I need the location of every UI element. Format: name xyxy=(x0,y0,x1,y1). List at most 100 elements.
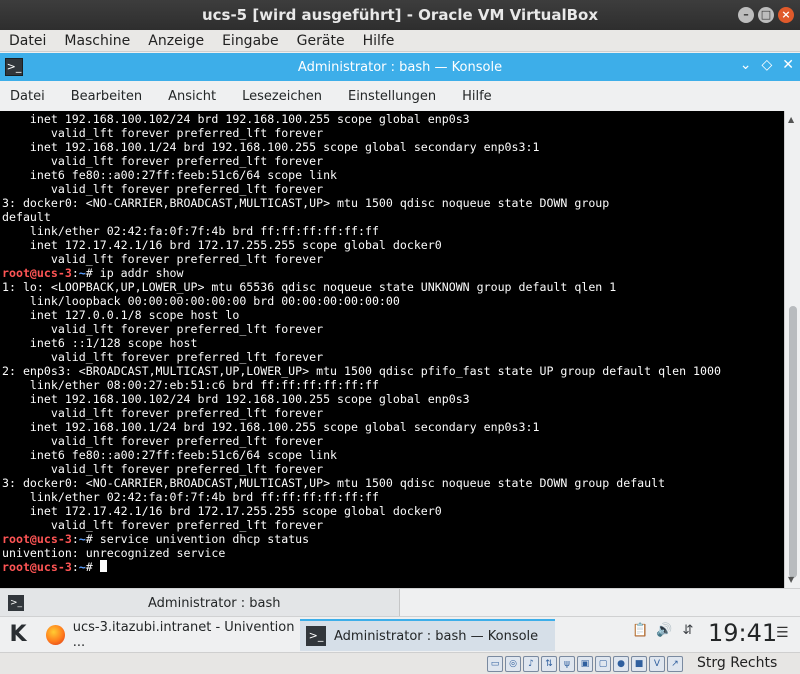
prompt-path: ~ xyxy=(78,532,86,546)
konsole-icon: >_ xyxy=(306,626,326,646)
task-konsole[interactable]: >_ Administrator : bash — Konsole xyxy=(300,619,555,651)
vbox-menu-datei[interactable]: Datei xyxy=(0,33,55,49)
terminal-output-line: valid_lft forever preferred_lft forever xyxy=(2,322,324,336)
clock[interactable]: 19:41 xyxy=(708,619,777,647)
scroll-up-icon[interactable]: ▲ xyxy=(788,115,794,124)
terminal-output-line: 3: docker0: <NO-CARRIER,BROADCAST,MULTIC… xyxy=(2,196,610,210)
terminal-cursor xyxy=(99,560,107,572)
prompt-user: root xyxy=(2,560,30,574)
terminal-output-line: 2: enp0s3: <BROADCAST,MULTICAST,UP,LOWER… xyxy=(2,364,721,378)
konsole-tab[interactable]: >_ Administrator : bash xyxy=(0,589,400,617)
shared-folders-icon[interactable]: ▣ xyxy=(577,656,593,672)
panel-menu-icon[interactable]: ☰ xyxy=(776,625,789,641)
clipboard-icon[interactable]: 📋 xyxy=(632,623,648,639)
prompt-host: @ucs-3 xyxy=(29,560,72,574)
konsole-titlebar[interactable]: >_ Administrator : bash — Konsole ⌄ ◇ ✕ xyxy=(0,53,800,81)
prompt-command xyxy=(93,560,100,574)
terminal-output[interactable]: inet 192.168.100.102/24 brd 192.168.100.… xyxy=(0,111,784,588)
terminal-prompt-line: root@ucs-3:~# service univention dhcp st… xyxy=(2,532,310,546)
terminal-output-line: inet 172.17.42.1/16 brd 172.17.255.255 s… xyxy=(2,504,442,518)
terminal-prompt-line: root@ucs-3:~# ip addr show xyxy=(2,266,184,280)
prompt-user: root xyxy=(2,532,30,546)
vbox-menu-anzeige[interactable]: Anzeige xyxy=(139,33,213,49)
terminal-output-line: valid_lft forever preferred_lft forever xyxy=(2,126,324,140)
terminal-icon: >_ xyxy=(8,595,24,611)
mouse-integration-icon[interactable]: ↗ xyxy=(667,656,683,672)
terminal-output-line: valid_lft forever preferred_lft forever xyxy=(2,252,324,266)
host-key-label[interactable]: Strg Rechts xyxy=(697,655,777,671)
terminal-output-line: default xyxy=(2,210,51,224)
vbox-statusbar: ▭ ◎ ♪ ⇅ ψ ▣ ▢ ● ■ V ↗ Strg Rechts xyxy=(0,652,800,674)
window-title: ucs-5 [wird ausgeführt] - Oracle VM Virt… xyxy=(201,6,599,24)
konsole-menu-datei[interactable]: Datei xyxy=(2,89,53,104)
vbox-menu-eingabe[interactable]: Eingabe xyxy=(213,33,288,49)
vbox-menu-geraete[interactable]: Geräte xyxy=(288,33,354,49)
maximize-icon[interactable]: ◇ xyxy=(761,57,772,73)
terminal-scrollbar[interactable]: ▲ ▼ xyxy=(784,111,800,588)
terminal-prompt-line: root@ucs-3:~# xyxy=(2,560,784,574)
video-capture-icon[interactable]: ● xyxy=(613,656,629,672)
cpu-icon[interactable]: ■ xyxy=(631,656,647,672)
konsole-menu-ansicht[interactable]: Ansicht xyxy=(160,89,224,104)
vbox-titlebar[interactable]: ucs-5 [wird ausgeführt] - Oracle VM Virt… xyxy=(0,0,800,30)
prompt-host: @ucs-3 xyxy=(29,266,72,280)
konsole-menu-bearbeiten[interactable]: Bearbeiten xyxy=(63,89,150,104)
prompt-user: root xyxy=(2,266,30,280)
vbox-menu-maschine[interactable]: Maschine xyxy=(55,33,139,49)
terminal-output-line: link/ether 02:42:fa:0f:7f:4b brd ff:ff:f… xyxy=(2,490,379,504)
audio-icon[interactable]: ♪ xyxy=(523,656,539,672)
terminal-output-line: link/loopback 00:00:00:00:00:00 brd 00:0… xyxy=(2,294,400,308)
volume-icon[interactable]: 🔊 xyxy=(656,623,672,639)
terminal-output-line: inet6 ::1/128 scope host xyxy=(2,336,198,350)
optical-drive-icon[interactable]: ◎ xyxy=(505,656,521,672)
network-icon[interactable]: ⇅ xyxy=(541,656,557,672)
task-label: ucs-3.itazubi.intranet - Univention ... xyxy=(72,620,295,650)
terminal-output-line: valid_lft forever preferred_lft forever xyxy=(2,182,324,196)
terminal-output-line: valid_lft forever preferred_lft forever xyxy=(2,154,324,168)
terminal-output-line: valid_lft forever preferred_lft forever xyxy=(2,518,324,532)
vbox-menubar: Datei Maschine Anzeige Eingabe Geräte Hi… xyxy=(0,30,800,52)
terminal-output-line: 3: docker0: <NO-CARRIER,BROADCAST,MULTIC… xyxy=(2,476,666,490)
tab-label: Administrator : bash xyxy=(148,595,281,611)
system-tray: 📋 🔊 ⇵ xyxy=(632,623,696,639)
terminal-output-line: inet 192.168.100.102/24 brd 192.168.100.… xyxy=(2,392,470,406)
prompt-path: ~ xyxy=(78,266,86,280)
terminal-output-line: valid_lft forever preferred_lft forever xyxy=(2,462,324,476)
kde-launcher-icon[interactable]: K xyxy=(6,623,30,647)
maximize-icon[interactable]: □ xyxy=(758,7,774,23)
task-firefox[interactable]: ucs-3.itazubi.intranet - Univention ... xyxy=(40,619,296,651)
terminal-output-line: inet 127.0.0.1/8 scope host lo xyxy=(2,308,240,322)
terminal-output-line: 1: lo: <LOOPBACK,UP,LOWER_UP> mtu 65536 … xyxy=(2,280,617,294)
konsole-window-controls: ⌄ ◇ ✕ xyxy=(740,57,794,73)
terminal-output-line: valid_lft forever preferred_lft forever xyxy=(2,434,324,448)
terminal-output-line: univention: unrecognized service xyxy=(2,546,226,560)
display-icon[interactable]: ▢ xyxy=(595,656,611,672)
terminal-output-line: link/ether 02:42:fa:0f:7f:4b brd ff:ff:f… xyxy=(2,224,379,238)
konsole-icon[interactable]: >_ xyxy=(5,58,23,76)
konsole-menu-einstellungen[interactable]: Einstellungen xyxy=(340,89,444,104)
terminal-output-line: inet6 fe80::a00:27ff:feeb:51c6/64 scope … xyxy=(2,168,338,182)
plasma-panel: K ucs-3.itazubi.intranet - Univention ..… xyxy=(0,616,800,652)
minimize-icon[interactable]: ⌄ xyxy=(740,57,752,73)
konsole-tabbar: >_ Administrator : bash xyxy=(0,588,800,617)
terminal-output-line: valid_lft forever preferred_lft forever xyxy=(2,406,324,420)
close-icon[interactable]: ✕ xyxy=(782,57,794,73)
konsole-menu-lesezeichen[interactable]: Lesezeichen xyxy=(234,89,330,104)
terminal-output-line: inet 192.168.100.1/24 brd 192.168.100.25… xyxy=(2,420,540,434)
network-icon[interactable]: ⇵ xyxy=(680,623,696,639)
minimize-icon[interactable]: – xyxy=(738,7,754,23)
scroll-down-icon[interactable]: ▼ xyxy=(788,575,794,584)
prompt-command: ip addr show xyxy=(92,266,184,280)
harddisk-icon[interactable]: ▭ xyxy=(487,656,503,672)
terminal-output-line: inet 192.168.100.102/24 brd 192.168.100.… xyxy=(2,112,470,126)
task-label: Administrator : bash — Konsole xyxy=(334,628,539,644)
konsole-menubar: Datei Bearbeiten Ansicht Lesezeichen Ein… xyxy=(0,81,800,111)
virtualization-icon[interactable]: V xyxy=(649,656,665,672)
vbox-menu-hilfe[interactable]: Hilfe xyxy=(354,33,404,49)
terminal-output-line: valid_lft forever preferred_lft forever xyxy=(2,350,324,364)
konsole-menu-hilfe[interactable]: Hilfe xyxy=(454,89,500,104)
close-icon[interactable]: × xyxy=(778,7,794,23)
firefox-icon xyxy=(46,625,65,645)
usb-icon[interactable]: ψ xyxy=(559,656,575,672)
scrollbar-thumb[interactable] xyxy=(789,306,797,578)
